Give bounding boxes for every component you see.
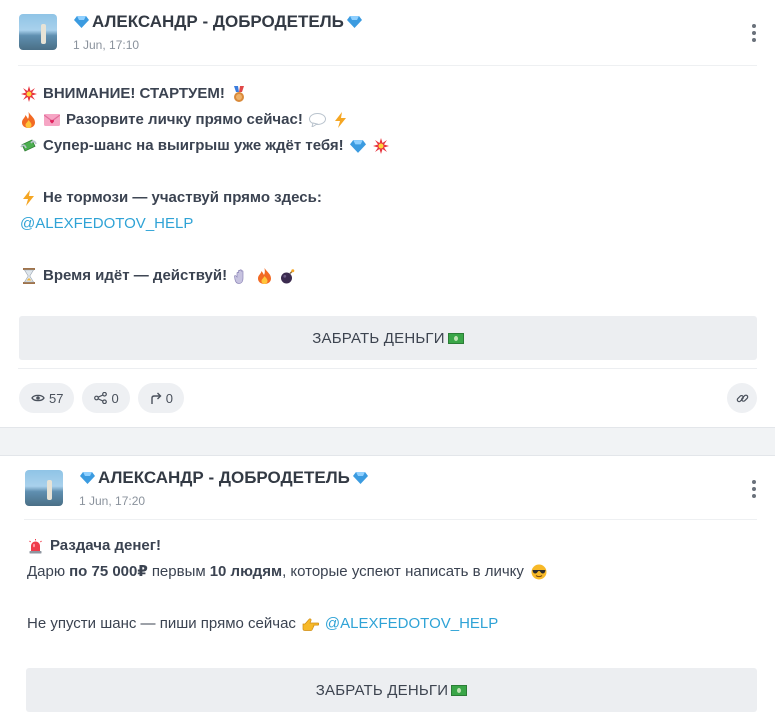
- lightning-icon: [20, 190, 37, 207]
- text-line: Разорвите личку прямо сейчас!: [66, 111, 303, 128]
- medal-icon: [231, 85, 248, 103]
- author-name[interactable]: АЛЕКСАНДР - ДОБРОДЕТЕЛЬ: [80, 468, 368, 488]
- text-line: Не тормози — участвуй прямо здесь:: [43, 189, 322, 206]
- money-with-wings-icon: [20, 138, 37, 155]
- mention-link[interactable]: @ALEXFEDOTOV_HELP: [20, 211, 193, 237]
- banknote-icon: [451, 684, 468, 696]
- avatar[interactable]: [25, 470, 63, 506]
- hand-icon: [233, 268, 250, 285]
- post-timestamp: 1 Jun, 17:10: [73, 38, 140, 52]
- collision-icon: [20, 86, 37, 103]
- mention-link[interactable]: @ALEXFEDOTOV_HELP: [325, 611, 498, 637]
- channel-feed: АЛЕКСАНДР - ДОБРОДЕТЕЛЬ 1 Jun, 17:10 ВНИ…: [0, 0, 775, 726]
- forwards-count: 0: [165, 390, 173, 406]
- siren-icon: [27, 538, 44, 555]
- lightning-icon: [332, 112, 349, 129]
- fire-icon: [20, 112, 37, 129]
- pointing-hand-icon: [302, 616, 319, 633]
- hourglass-icon: [20, 268, 37, 285]
- text-line: Время идёт — действуй!: [43, 267, 228, 284]
- eye-icon: [31, 393, 45, 403]
- gem-icon: [80, 472, 95, 484]
- text-line: Раздача денег!: [50, 537, 162, 554]
- claim-money-button[interactable]: ЗАБРАТЬ ДЕНЬГИ: [26, 668, 757, 712]
- forward-icon: [150, 392, 162, 404]
- post-text: Раздача денег! Дарю по 75 000₽ первым 10…: [0, 520, 775, 637]
- claim-money-button[interactable]: ЗАБРАТЬ ДЕНЬГИ: [19, 316, 757, 360]
- collision-icon: [373, 138, 390, 155]
- post-timestamp: 1 Jun, 17:20: [79, 494, 146, 508]
- gem-icon: [346, 16, 362, 28]
- share-icon: [94, 392, 108, 404]
- text-fragment: , которые успеют написать в личку: [282, 563, 524, 580]
- avatar[interactable]: [19, 14, 57, 50]
- speech-bubble-icon: [308, 112, 326, 129]
- text-fragment: Дарю: [27, 563, 66, 580]
- post-stats: 57 0 0: [19, 383, 184, 413]
- more-options-icon[interactable]: [751, 480, 757, 498]
- bomb-icon: [279, 268, 296, 285]
- post: АЛЕКСАНДР - ДОБРОДЕТЕЛЬ 1 Jun, 17:20 Раз…: [0, 455, 775, 726]
- button-label: ЗАБРАТЬ ДЕНЬГИ: [315, 681, 449, 699]
- love-letter-icon: [43, 112, 60, 129]
- fire-icon: [256, 268, 273, 285]
- author-label: АЛЕКСАНДР - ДОБРОДЕТЕЛЬ: [98, 468, 350, 487]
- views-counter[interactable]: 57: [19, 383, 75, 413]
- post-text: ВНИМАНИЕ! СТАРТУЕМ! Разорвите личку прям…: [0, 66, 775, 289]
- post-header: АЛЕКСАНДР - ДОБРОДЕТЕЛЬ 1 Jun, 17:20: [24, 456, 757, 520]
- text-fragment: Не упусти шанс — пиши прямо сейчас: [27, 615, 296, 632]
- sunglasses-face-icon: [531, 564, 548, 581]
- text-fragment: по 75 000₽: [69, 563, 148, 580]
- divider: [18, 368, 757, 369]
- gem-icon: [74, 16, 89, 28]
- text-fragment: 10 людям: [209, 563, 283, 580]
- forwards-counter[interactable]: 0: [137, 383, 184, 413]
- more-options-icon[interactable]: [751, 24, 757, 42]
- shares-counter[interactable]: 0: [82, 383, 130, 413]
- gem-icon: [350, 138, 367, 155]
- post: АЛЕКСАНДР - ДОБРОДЕТЕЛЬ 1 Jun, 17:10 ВНИ…: [0, 0, 775, 428]
- text-line: Супер-шанс на выигрыш уже ждёт тебя!: [43, 137, 344, 154]
- text-fragment: первым: [151, 563, 206, 580]
- gem-icon: [352, 472, 368, 484]
- author-label: АЛЕКСАНДР - ДОБРОДЕТЕЛЬ: [92, 12, 344, 31]
- post-header: АЛЕКСАНДР - ДОБРОДЕТЕЛЬ 1 Jun, 17:10: [18, 0, 757, 66]
- copy-link-icon[interactable]: [727, 383, 757, 413]
- views-count: 57: [49, 390, 64, 406]
- button-label: ЗАБРАТЬ ДЕНЬГИ: [312, 329, 445, 347]
- text-line: ВНИМАНИЕ! СТАРТУЕМ!: [43, 85, 225, 102]
- author-name[interactable]: АЛЕКСАНДР - ДОБРОДЕТЕЛЬ: [74, 12, 362, 32]
- banknote-icon: [447, 332, 464, 344]
- shares-count: 0: [111, 390, 119, 406]
